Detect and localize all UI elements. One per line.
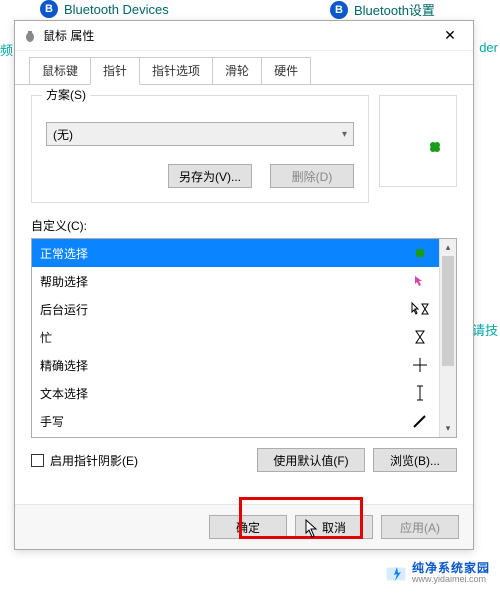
scheme-select[interactable]: (无) ▾	[46, 122, 354, 146]
cursor-preview	[379, 95, 457, 187]
crosshair-icon	[411, 358, 429, 372]
dialog-title: 鼠标 属性	[43, 27, 433, 44]
chevron-down-icon: ▾	[342, 129, 347, 140]
desktop-icon-bt-settings[interactable]: B Bluetooth设置	[330, 0, 435, 19]
ok-button[interactable]: 确定	[209, 515, 287, 539]
tab-pointer-options[interactable]: 指针选项	[139, 57, 213, 84]
list-item-label: 正常选择	[40, 245, 88, 262]
list-item[interactable]: 文本选择	[32, 379, 439, 407]
apply-button: 应用(A)	[381, 515, 459, 539]
arrow-hourglass-icon	[411, 302, 429, 316]
pointer-shadow-checkbox[interactable]: 启用指针阴影(E)	[31, 452, 138, 469]
tab-hardware[interactable]: 硬件	[261, 57, 311, 84]
tab-pointers[interactable]: 指针	[90, 57, 140, 85]
ibeam-icon	[411, 385, 429, 401]
bluetooth-icon: B	[40, 0, 58, 18]
list-item-label: 手写	[40, 413, 64, 430]
scheme-label: 方案(S)	[42, 86, 90, 103]
watermark-logo-icon	[386, 565, 406, 581]
browse-button[interactable]: 浏览(B)...	[373, 448, 457, 472]
close-button[interactable]: ✕	[433, 24, 467, 48]
clover-icon	[411, 247, 429, 259]
scheme-select-value: (无)	[53, 126, 73, 143]
scheme-group: 方案(S) (无) ▾ 另存为(V)... 删除(D)	[31, 95, 369, 203]
mouse-properties-dialog: 鼠标 属性 ✕ 鼠标键 指针 指针选项 滑轮 硬件 方案(S) (无) ▾ 另存…	[14, 20, 474, 550]
hourglass-icon	[411, 330, 429, 344]
watermark-url: www.yidaimei.com	[412, 575, 490, 585]
cursor-overlay-icon	[305, 519, 323, 539]
pointer-help-icon	[411, 275, 429, 287]
save-as-button[interactable]: 另存为(V)...	[168, 164, 252, 188]
list-item-label: 文本选择	[40, 385, 88, 402]
scrollbar-thumb[interactable]	[442, 256, 454, 366]
list-item-label: 忙	[40, 329, 52, 346]
list-item[interactable]: 后台运行	[32, 295, 439, 323]
delete-button: 删除(D)	[270, 164, 354, 188]
desktop-icon-label: Bluetooth Devices	[64, 2, 169, 17]
scrollbar-track[interactable]	[440, 256, 456, 420]
scroll-down-icon[interactable]: ▾	[440, 420, 456, 437]
use-default-button[interactable]: 使用默认值(F)	[257, 448, 365, 472]
customize-label: 自定义(C):	[31, 217, 457, 234]
tab-strip: 鼠标键 指针 指针选项 滑轮 硬件	[15, 51, 473, 85]
list-item[interactable]: 帮助选择	[32, 267, 439, 295]
checkbox-box	[31, 454, 44, 467]
desktop-icon-bt-devices[interactable]: B Bluetooth Devices	[40, 0, 169, 18]
list-item[interactable]: 精确选择	[32, 351, 439, 379]
scroll-up-icon[interactable]: ▴	[440, 239, 456, 256]
checkbox-label: 启用指针阴影(E)	[50, 452, 138, 469]
customize-listbox[interactable]: 正常选择 帮助选择 后台运行 忙 精确选择	[31, 238, 457, 438]
watermark: 纯净系统家园 www.yidaimei.com	[382, 560, 494, 587]
bg-text-fragment: 请技	[472, 320, 498, 339]
list-item[interactable]: 手写	[32, 407, 439, 435]
tab-buttons[interactable]: 鼠标键	[29, 57, 91, 84]
pen-icon	[411, 414, 429, 428]
bg-text-fragment: 频	[0, 40, 13, 59]
list-item-label: 精确选择	[40, 357, 88, 374]
bluetooth-icon: B	[330, 1, 348, 19]
tab-wheel[interactable]: 滑轮	[212, 57, 262, 84]
list-item-label: 帮助选择	[40, 273, 88, 290]
list-item-label: 后台运行	[40, 301, 88, 318]
scrollbar[interactable]: ▴ ▾	[439, 239, 456, 437]
bg-text-fragment: der	[479, 40, 498, 55]
titlebar: 鼠标 属性 ✕	[15, 21, 473, 51]
tab-body-pointers: 方案(S) (无) ▾ 另存为(V)... 删除(D) 自定	[15, 85, 473, 504]
list-item[interactable]: 忙	[32, 323, 439, 351]
dialog-footer: 确定 取消 应用(A)	[15, 504, 473, 549]
list-item[interactable]: 正常选择	[32, 239, 439, 267]
clover-icon	[428, 140, 442, 154]
mouse-icon	[23, 29, 37, 43]
desktop-icon-label: Bluetooth设置	[354, 0, 435, 19]
